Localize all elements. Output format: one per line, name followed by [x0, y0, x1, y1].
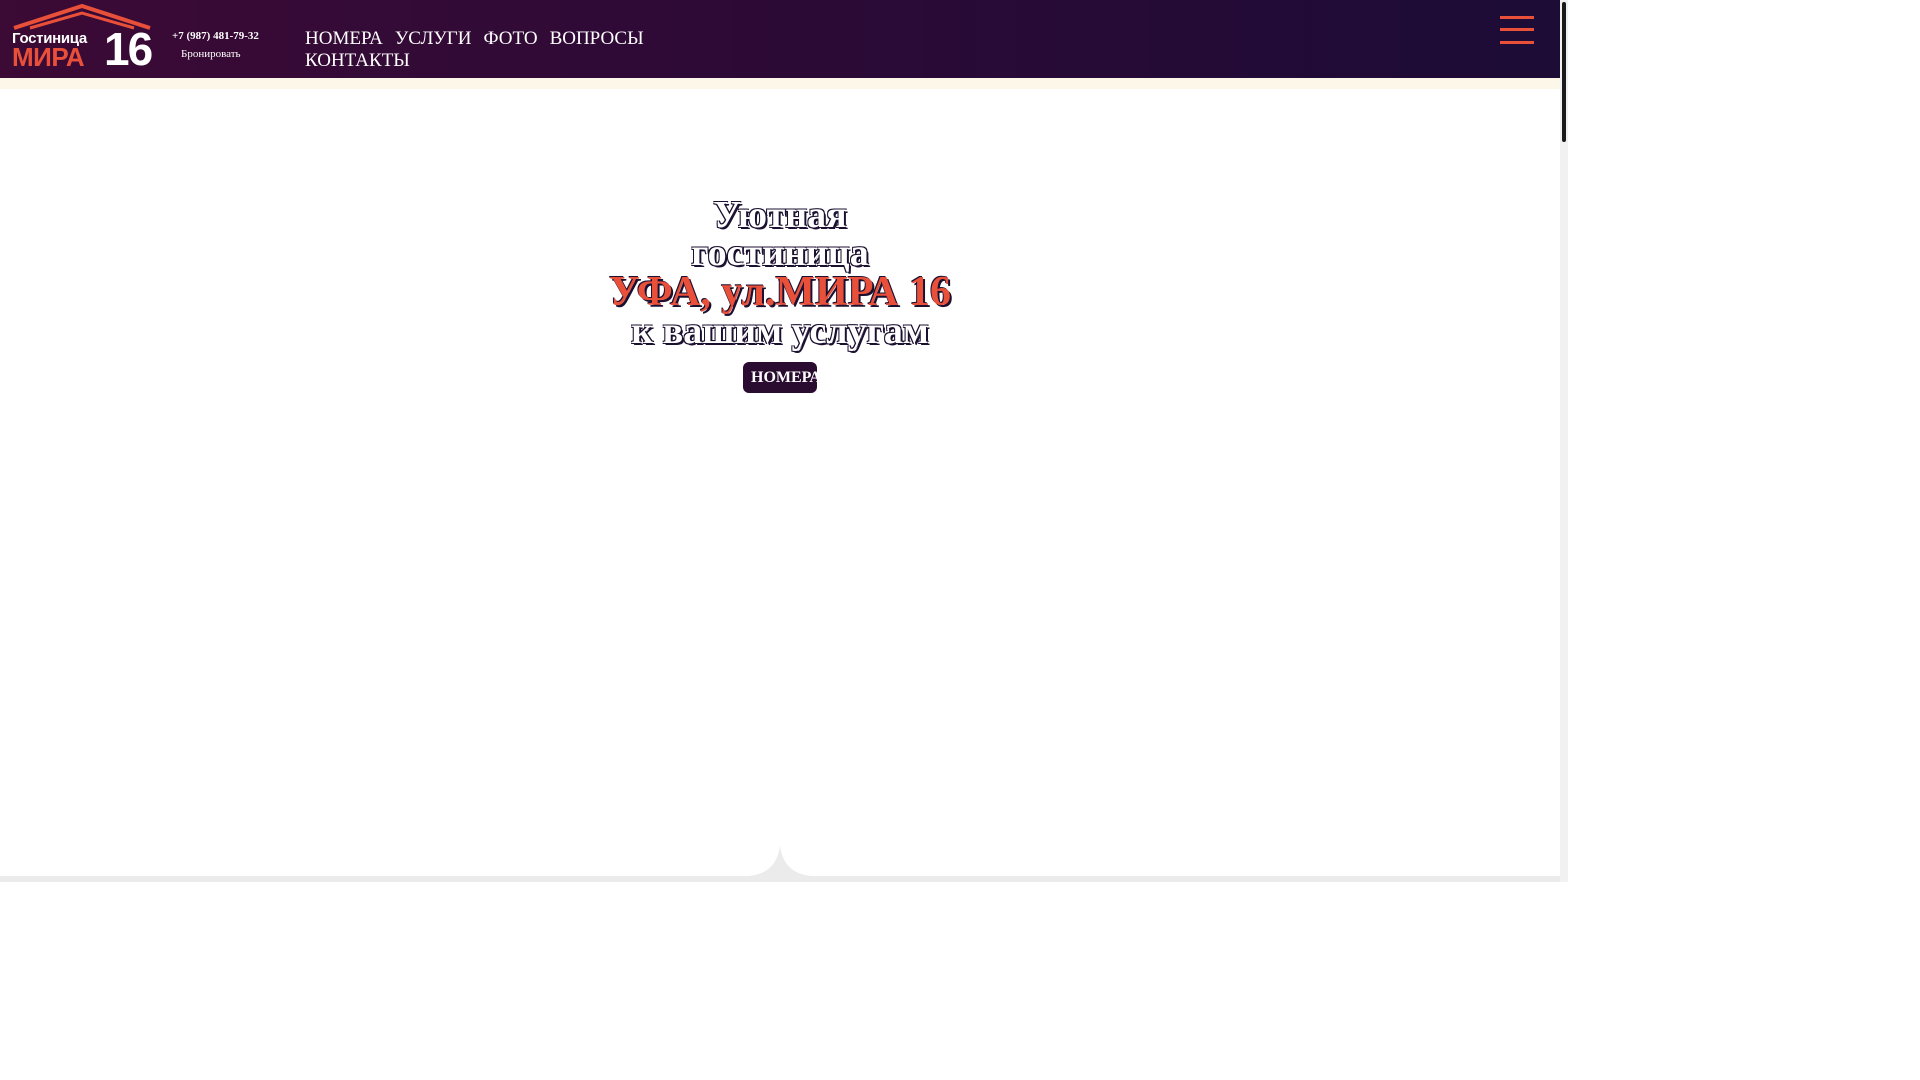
section-divider-notch	[748, 846, 812, 876]
hero-line-2: гостиница	[691, 232, 869, 274]
nav-item-services[interactable]: УСЛУГИ	[395, 28, 472, 50]
nav-item-photo[interactable]: ФОТО	[484, 28, 538, 50]
section-divider	[0, 876, 1560, 882]
header-strip	[0, 78, 1560, 89]
logo-number: 16	[104, 23, 153, 75]
phone-link[interactable]: +7 (987) 481-79-32	[172, 30, 259, 42]
hero-line-1: Уютная	[713, 194, 847, 236]
rooms-button[interactable]: НОМЕРА	[743, 362, 817, 393]
hero-heading: Уютная гостиница УФА, ул.МИРА 16 к вашим…	[430, 196, 1130, 350]
nav-item-contacts[interactable]: КОНТАКТЫ	[305, 50, 410, 72]
hamburger-icon[interactable]	[1500, 14, 1536, 46]
nav-item-rooms[interactable]: НОМЕРА	[305, 28, 383, 50]
nav-item-questions[interactable]: ВОПРОСЫ	[550, 28, 644, 50]
main-nav: НОМЕРА УСЛУГИ ФОТО ВОПРОСЫ КОНТАКТЫ	[305, 28, 665, 72]
hero-accent-address: УФА, ул.МИРА 16	[609, 269, 951, 315]
book-link[interactable]: Бронировать	[181, 48, 241, 60]
scrollbar-thumb[interactable]	[1562, 2, 1566, 142]
site-header: Гостиница МИРА 16 +7 (987) 481-79-32 Бро…	[0, 0, 1560, 78]
hero-line-3: к вашим услугам	[631, 310, 929, 352]
logo-text-mira: МИРА	[12, 42, 85, 72]
hotel-logo[interactable]: Гостиница МИРА 16	[12, 4, 162, 75]
